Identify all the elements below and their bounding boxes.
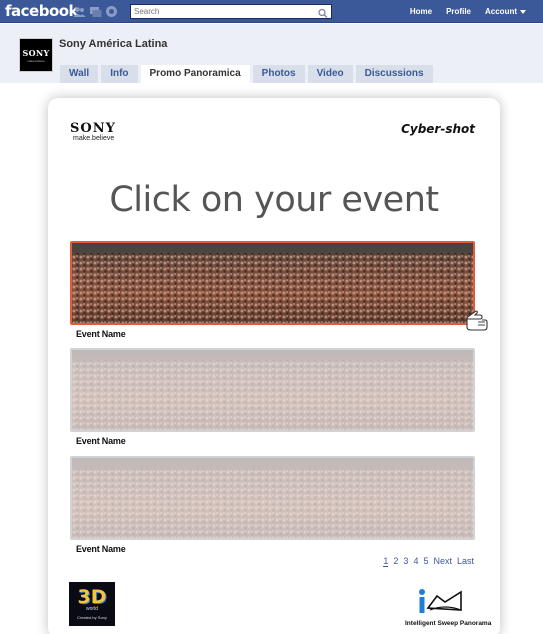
top-nav: Home Profile Account: [403, 5, 533, 18]
page-3-link[interactable]: 3: [403, 556, 408, 567]
notification-jewels: [73, 5, 118, 18]
sony-logo: SONY make.believe: [70, 121, 116, 142]
event-panorama-1[interactable]: [70, 241, 475, 325]
intelligent-sweep-panorama-logo: Intelligent Sweep Panorama: [405, 588, 492, 627]
notifications-icon[interactable]: [105, 5, 118, 18]
page-5-link[interactable]: 5: [423, 556, 428, 567]
tab-promo-panoramica[interactable]: Promo Panoramica: [140, 65, 250, 84]
3d-badge-title: 3D: [77, 586, 107, 608]
event-name-3[interactable]: Event Name: [76, 544, 126, 554]
3d-badge-world: world: [86, 606, 98, 612]
profile-pic-brand: SONY: [22, 47, 50, 58]
event-panorama-3[interactable]: [70, 456, 475, 540]
tab-video[interactable]: Video: [307, 65, 353, 83]
event-panorama-2[interactable]: [70, 348, 475, 432]
profile-pic-tagline: make.believe: [27, 58, 45, 63]
faded-overlay: [72, 350, 473, 430]
tab-discussions[interactable]: Discussions: [355, 65, 433, 83]
crowd-panorama-image: [72, 243, 473, 323]
search-input[interactable]: [131, 5, 315, 18]
messages-icon[interactable]: [89, 5, 102, 18]
search-box: [130, 4, 332, 19]
sony-tagline: make.believe: [73, 135, 115, 142]
next-page-link[interactable]: Next: [433, 556, 452, 567]
page-tabs: Wall Info Promo Panoramica Photos Video …: [60, 65, 433, 84]
faded-overlay: [72, 458, 473, 538]
page-2-link[interactable]: 2: [393, 556, 398, 567]
tab-wall[interactable]: Wall: [60, 65, 99, 83]
facebook-top-bar: facebook Home Profile Account: [0, 0, 543, 23]
tab-photos[interactable]: Photos: [252, 65, 305, 83]
3d-world-badge: 3D world Created by Sony: [69, 582, 115, 626]
search-icon[interactable]: [317, 6, 329, 18]
isp-label: Intelligent Sweep Panorama: [405, 620, 492, 627]
pagination: 1 2 3 4 5 Next Last: [383, 556, 474, 567]
cybershot-logo: Cyber-shot: [401, 122, 475, 136]
page-1-link[interactable]: 1: [383, 556, 389, 567]
event-name-2[interactable]: Event Name: [76, 436, 126, 446]
account-label: Account: [485, 7, 517, 16]
promo-headline: Click on your event: [109, 180, 439, 220]
page-profile-picture[interactable]: SONY make.believe: [19, 38, 53, 72]
page-4-link[interactable]: 4: [413, 556, 418, 567]
home-link[interactable]: Home: [403, 5, 439, 18]
page-title[interactable]: Sony América Latina: [59, 38, 167, 50]
last-page-link[interactable]: Last: [457, 556, 474, 567]
account-menu[interactable]: Account: [478, 5, 533, 18]
page-header: SONY make.believe Sony América Latina Wa…: [0, 24, 543, 84]
sony-wordmark: SONY: [70, 121, 116, 136]
3d-badge-created: Created by Sony: [77, 615, 107, 620]
pointer-hand-icon: [466, 310, 488, 331]
sweep-panorama-icon: [419, 589, 462, 613]
facebook-logo[interactable]: facebook: [5, 2, 79, 20]
promo-panel: SONY make.believe Cyber-shot Click on yo…: [48, 98, 500, 634]
event-name-1[interactable]: Event Name: [76, 329, 126, 339]
friend-requests-icon[interactable]: [73, 5, 86, 18]
profile-link[interactable]: Profile: [439, 5, 478, 18]
tab-info[interactable]: Info: [101, 65, 138, 83]
chevron-down-icon: [520, 9, 526, 14]
